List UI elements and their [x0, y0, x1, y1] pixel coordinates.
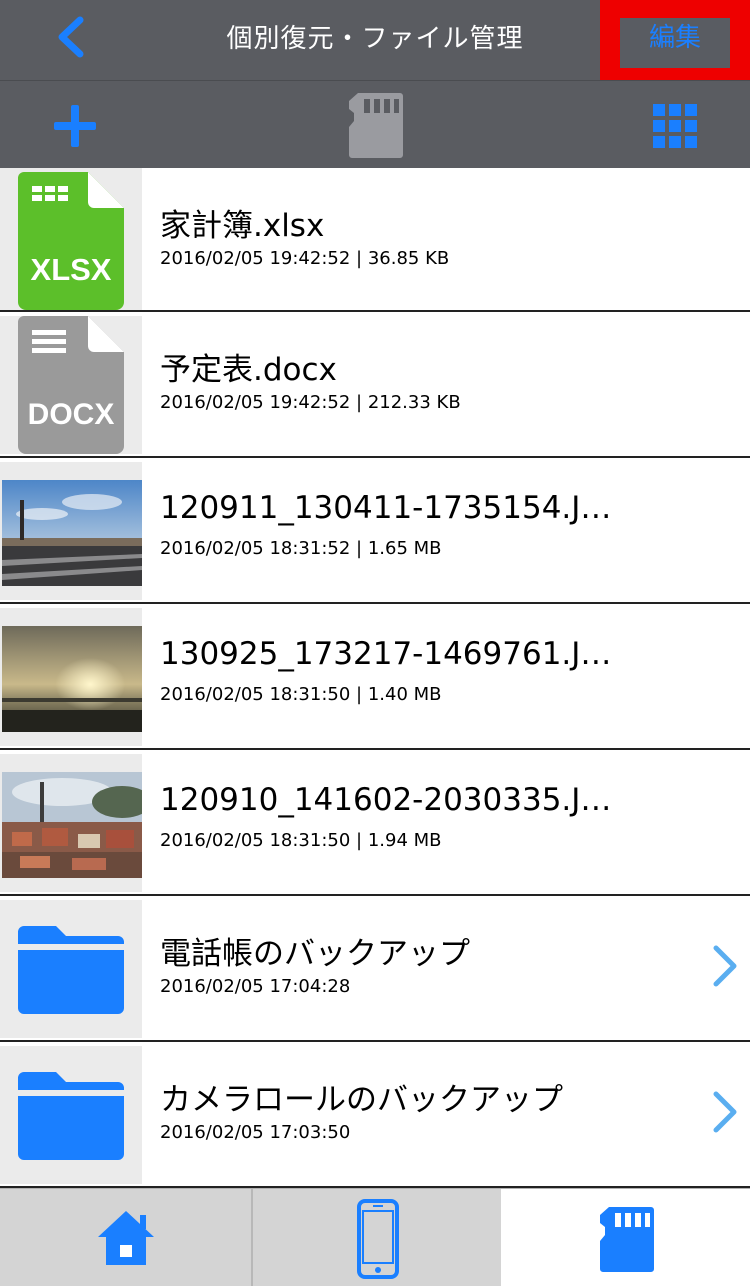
folder-name: カメラロールのバックアップ — [160, 1082, 563, 1118]
file-name: 予定表.docx — [160, 352, 337, 388]
thumbnail — [0, 462, 142, 600]
folder-meta: 2016/02/05 17:03:50 — [160, 1122, 351, 1143]
file-meta: 2016/02/05 18:31:52 | 1.65 MB — [160, 538, 442, 559]
file-meta: 2016/02/05 19:42:52 | 212.33 KB — [160, 392, 461, 413]
list-item[interactable]: 120911_130411-1735154.J… 2016/02/05 18:3… — [0, 458, 750, 604]
phone-icon — [357, 1199, 399, 1279]
file-name: 130925_173217-1469761.J… — [160, 636, 612, 672]
folder-icon — [18, 1072, 124, 1160]
file-meta: 2016/02/05 18:31:50 | 1.94 MB — [160, 830, 442, 851]
tab-home[interactable] — [0, 1189, 250, 1286]
folder-name: 電話帳のバックアップ — [160, 936, 470, 972]
xlsx-file-icon: XLSX — [18, 172, 124, 310]
list-item[interactable]: 120910_141602-2030335.J… 2016/02/05 18:3… — [0, 750, 750, 896]
file-meta: 2016/02/05 18:31:50 | 1.40 MB — [160, 684, 442, 705]
file-name: 家計簿.xlsx — [160, 208, 325, 244]
chevron-right-icon — [713, 945, 737, 987]
list-item[interactable]: XLSX 家計簿.xlsx 2016/02/05 19:42:52 | 36.8… — [0, 168, 750, 312]
svg-text:XLSX: XLSX — [31, 252, 112, 287]
thumbnail: DOCX — [0, 316, 142, 454]
grid-icon[interactable] — [652, 103, 698, 149]
list-item[interactable]: 電話帳のバックアップ 2016/02/05 17:04:28 — [0, 896, 750, 1042]
file-meta: 2016/02/05 19:42:52 | 36.85 KB — [160, 248, 450, 269]
list-item[interactable]: カメラロールのバックアップ 2016/02/05 17:03:50 — [0, 1042, 750, 1188]
thumbnail — [0, 1046, 142, 1184]
sd-card-icon[interactable] — [348, 91, 404, 159]
home-icon — [98, 1211, 154, 1265]
chevron-left-icon[interactable] — [48, 12, 98, 62]
folder-icon — [18, 926, 124, 1014]
photo-thumbnail — [2, 626, 142, 732]
list-item[interactable]: DOCX 予定表.docx 2016/02/05 19:42:52 | 212.… — [0, 312, 750, 458]
docx-file-icon: DOCX — [18, 316, 124, 454]
toolbar — [0, 80, 750, 168]
file-name: 120911_130411-1735154.J… — [160, 490, 612, 526]
page-title: 個別復元・ファイル管理 — [226, 24, 524, 54]
navigation-bar: 個別復元・ファイル管理 編集 — [0, 0, 750, 87]
edit-button[interactable]: 編集 — [620, 18, 730, 68]
thumbnail — [0, 608, 142, 746]
list-item[interactable]: 130925_173217-1469761.J… 2016/02/05 18:3… — [0, 604, 750, 750]
photo-thumbnail — [2, 480, 142, 586]
file-name: 120910_141602-2030335.J… — [160, 782, 612, 818]
thumbnail — [0, 754, 142, 892]
tab-sd-card[interactable] — [501, 1189, 750, 1286]
photo-thumbnail — [2, 772, 142, 878]
plus-icon[interactable] — [52, 103, 98, 149]
tab-bar — [0, 1188, 750, 1286]
svg-text:DOCX: DOCX — [28, 398, 115, 431]
file-list: XLSX 家計簿.xlsx 2016/02/05 19:42:52 | 36.8… — [0, 168, 750, 1188]
tab-device[interactable] — [251, 1189, 500, 1286]
thumbnail: XLSX — [0, 168, 142, 310]
thumbnail — [0, 900, 142, 1038]
chevron-right-icon — [713, 1091, 737, 1133]
sd-card-icon — [600, 1207, 654, 1272]
folder-meta: 2016/02/05 17:04:28 — [160, 976, 351, 997]
